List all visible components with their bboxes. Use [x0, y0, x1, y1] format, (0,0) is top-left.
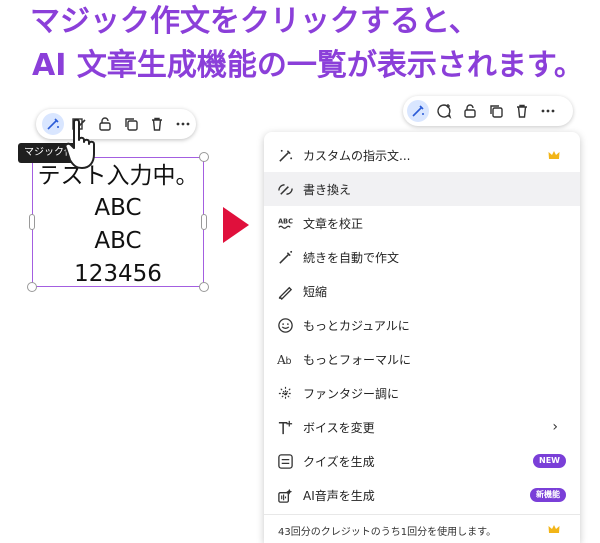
more-icon [541, 109, 555, 113]
credit-usage-text: 43回分のクレジットのうち1回分を使用します。 [278, 527, 497, 538]
text-box[interactable]: テスト入力中。 ABC ABC 123456 [32, 157, 204, 287]
menu-item-label: カスタムの指示文... [303, 148, 411, 163]
menu-item-label: もっとフォーマルに [303, 352, 412, 367]
element-toolbar-left [36, 109, 196, 139]
chevron-right-icon: › [552, 419, 558, 435]
menu-item-label: クイズを生成 [303, 454, 375, 469]
duplicate-button-right[interactable] [485, 100, 507, 122]
magic-write-button-active[interactable] [407, 100, 429, 122]
menu-item-label: 書き換え [303, 182, 352, 197]
resize-handle-top-right[interactable] [199, 152, 209, 162]
proofread-icon: ABC [276, 214, 294, 232]
custom-instruction-icon [276, 146, 294, 164]
comment-button[interactable] [433, 100, 455, 122]
text-line-3: ABC [94, 228, 142, 254]
menu-item-label: ファンタジー調に [303, 386, 400, 401]
menu-item-label: 続きを自動で作文 [303, 250, 400, 265]
continue-writing-icon [276, 248, 294, 266]
menu-item-label: もっとカジュアルに [303, 318, 410, 333]
lock-button-right[interactable] [459, 100, 481, 122]
duplicate-icon [490, 105, 503, 118]
voice-icon [276, 418, 294, 436]
smile-icon [276, 316, 294, 334]
new-feature-badge: 新機能 [530, 488, 566, 502]
menu-item-label: ボイスを変更 [303, 420, 375, 435]
duplicate-button[interactable] [120, 113, 142, 135]
arrow-right-icon [223, 207, 249, 243]
menu-item-custom-instruction[interactable]: カスタムの指示文... [264, 138, 580, 172]
menu-item-formal[interactable]: Ab もっとフォーマルに [264, 342, 580, 376]
headline-line-2: AI 文章生成機能の一覧が表示されます。 [32, 48, 584, 83]
magic-write-menu: カスタムの指示文... 書き換え ABC 文章を校正 続きを自動で作文 短縮 も… [264, 132, 580, 543]
menu-footer: 43回分のクレジットのうち1回分を使用します。 [264, 514, 580, 543]
new-badge: NEW [533, 454, 566, 468]
duplicate-icon [125, 118, 138, 131]
trash-button[interactable] [146, 113, 168, 135]
comment-add-icon [437, 104, 452, 119]
resize-handle-bottom-right[interactable] [199, 282, 209, 292]
svg-text:b: b [285, 356, 291, 367]
menu-item-label: 文章を校正 [303, 216, 364, 231]
premium-crown-icon [548, 151, 560, 159]
text-line-1: テスト入力中。 [37, 163, 199, 189]
trash-button-right[interactable] [511, 100, 533, 122]
shorten-icon [276, 282, 294, 300]
menu-item-continue-writing[interactable]: 続きを自動で作文 [264, 240, 580, 274]
menu-item-fantasy[interactable]: ファンタジー調に [264, 376, 580, 410]
hand-cursor-icon [64, 118, 95, 169]
lock-icon [464, 104, 476, 118]
magic-write-icon [412, 105, 424, 117]
more-button-right[interactable] [537, 100, 559, 122]
rewrite-icon [276, 180, 294, 198]
headline-line-1: マジック作文をクリックすると、 [30, 4, 479, 39]
resize-handle-left[interactable] [29, 214, 35, 230]
menu-item-label: AI音声を生成 [303, 488, 375, 503]
svg-text:ABC: ABC [277, 217, 292, 225]
menu-item-rewrite[interactable]: 書き換え [264, 172, 580, 206]
quiz-icon [276, 452, 294, 470]
menu-item-label: 短縮 [303, 284, 328, 299]
trash-icon [152, 117, 162, 131]
menu-item-voice[interactable]: ボイスを変更 › [264, 410, 580, 444]
trash-icon [517, 104, 527, 118]
sparkle-icon [276, 384, 294, 402]
resize-handle-right[interactable] [201, 214, 207, 230]
element-toolbar-right [403, 96, 573, 126]
more-button[interactable] [172, 113, 194, 135]
menu-item-shorten[interactable]: 短縮 [264, 274, 580, 308]
menu-item-casual[interactable]: もっとカジュアルに [264, 308, 580, 342]
text-line-2: ABC [94, 195, 142, 221]
magic-write-icon [47, 118, 59, 130]
menu-item-quiz[interactable]: クイズを生成 NEW [264, 444, 580, 478]
magic-write-button[interactable] [42, 113, 64, 135]
premium-crown-icon [548, 525, 560, 533]
menu-item-proofread[interactable]: ABC 文章を校正 [264, 206, 580, 240]
ai-voice-icon [276, 486, 294, 504]
text-line-4: 123456 [74, 261, 162, 287]
more-icon [176, 122, 190, 126]
formal-icon: Ab [276, 350, 294, 368]
resize-handle-bottom-left[interactable] [27, 282, 37, 292]
menu-item-ai-voice[interactable]: AI音声を生成 新機能 [264, 478, 580, 512]
